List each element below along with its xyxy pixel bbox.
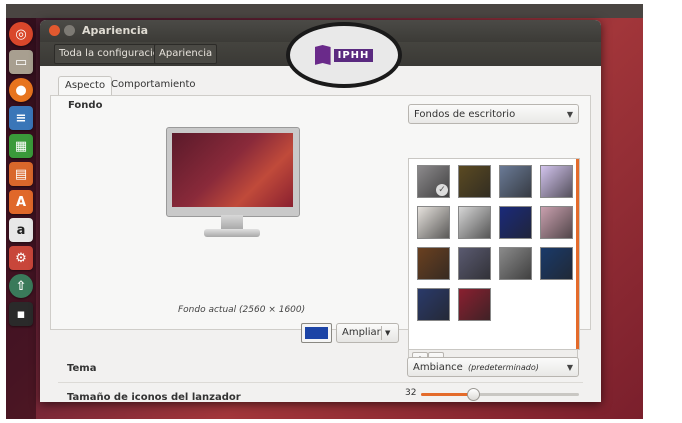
separator xyxy=(58,382,583,383)
wallpaper-thumbnail[interactable] xyxy=(458,165,491,198)
slider-handle[interactable] xyxy=(467,388,481,401)
workspace-switcher-icon[interactable]: ▪ xyxy=(9,302,33,326)
zoom-mode-divider xyxy=(381,326,382,340)
monitor-stand xyxy=(221,215,243,229)
monitor-base xyxy=(204,229,260,237)
tema-label: Tema xyxy=(67,363,97,374)
zoom-mode-dropdown[interactable]: Ampliar ▼ xyxy=(336,323,399,343)
window-title: Apariencia xyxy=(82,24,149,37)
background-source-dropdown[interactable]: Fondos de escritorio ▼ xyxy=(408,104,579,124)
dash-home-icon[interactable]: ◎ xyxy=(9,22,33,46)
wallpaper-thumbnail[interactable] xyxy=(458,206,491,239)
chevron-down-icon: ▼ xyxy=(566,363,573,372)
theme-value: Ambiance xyxy=(413,362,463,373)
appearance-window: Apariencia Toda la configuración Aparien… xyxy=(40,20,601,402)
current-background-caption: Fondo actual (2560 × 1600) xyxy=(178,305,306,315)
firefox-icon[interactable]: ● xyxy=(9,78,33,102)
theme-value-note: (predeterminado) xyxy=(468,363,539,372)
wallpaper-thumbnail[interactable] xyxy=(417,288,450,321)
wallpaper-thumbnail[interactable] xyxy=(499,247,532,280)
launcher: ◎ ▭ ● ≡ ▦ ▤ A a ⚙ ⇧ ▪ xyxy=(6,18,36,419)
files-icon[interactable]: ▭ xyxy=(9,50,33,74)
gallery-scrollbar[interactable] xyxy=(576,159,579,349)
logo-text: IPHH xyxy=(333,48,374,62)
logo-watermark: IPHH xyxy=(286,22,402,88)
fondo-label: Fondo xyxy=(68,100,103,111)
wallpaper-thumbnail[interactable] xyxy=(458,247,491,280)
top-panel xyxy=(6,4,643,18)
color-swatch xyxy=(305,327,328,339)
all-settings-button[interactable]: Toda la configuración xyxy=(54,44,171,64)
breadcrumb-current[interactable]: Apariencia xyxy=(154,44,218,64)
wallpaper-thumbnail[interactable] xyxy=(417,206,450,239)
wallpaper-thumbnail[interactable] xyxy=(540,247,573,280)
slider-fill xyxy=(421,393,474,396)
launcher-icon-size-slider[interactable] xyxy=(421,388,579,401)
wallpaper-thumbnail[interactable] xyxy=(499,165,532,198)
current-wallpaper-preview xyxy=(172,133,293,207)
wallpaper-thumbnail[interactable] xyxy=(458,288,491,321)
tab-comportamiento[interactable]: Comportamiento xyxy=(105,76,202,94)
theme-dropdown[interactable]: Ambiance (predeterminado) ▼ xyxy=(407,357,579,377)
calc-icon[interactable]: ▦ xyxy=(9,134,33,158)
close-icon[interactable] xyxy=(49,25,60,36)
launcher-icon-size-value: 32 xyxy=(405,388,417,398)
tab-aspecto[interactable]: Aspecto xyxy=(58,76,113,95)
impress-icon[interactable]: ▤ xyxy=(9,162,33,186)
background-source-value: Fondos de escritorio xyxy=(414,109,516,120)
software-updater-icon[interactable]: ⇧ xyxy=(9,274,33,298)
chevron-down-icon: ▼ xyxy=(385,329,391,337)
wallpaper-thumbnail[interactable] xyxy=(499,206,532,239)
system-settings-icon[interactable]: ⚙ xyxy=(9,246,33,270)
zoom-mode-label: Ampliar xyxy=(342,327,381,338)
writer-icon[interactable]: ≡ xyxy=(9,106,33,130)
wallpaper-thumbnail[interactable] xyxy=(540,206,573,239)
content-area: Aspecto Comportamiento Fondo Fondo actua… xyxy=(40,66,601,402)
logo-book-icon xyxy=(314,45,331,65)
software-center-icon[interactable]: A xyxy=(9,190,33,214)
chevron-down-icon: ▼ xyxy=(566,110,573,119)
wallpaper-thumbnail[interactable]: ✓ xyxy=(417,165,450,198)
launcher-icon-size-label: Tamaño de iconos del lanzador xyxy=(67,392,241,402)
wallpaper-gallery[interactable]: ✓ xyxy=(408,158,580,350)
wallpaper-thumbnail[interactable] xyxy=(540,165,573,198)
minimize-icon[interactable] xyxy=(64,25,75,36)
amazon-icon[interactable]: a xyxy=(9,218,33,242)
wallpaper-thumbnail[interactable] xyxy=(417,247,450,280)
color-swatch-button[interactable] xyxy=(301,323,332,343)
check-icon: ✓ xyxy=(436,184,448,196)
monitor-preview xyxy=(166,127,300,217)
